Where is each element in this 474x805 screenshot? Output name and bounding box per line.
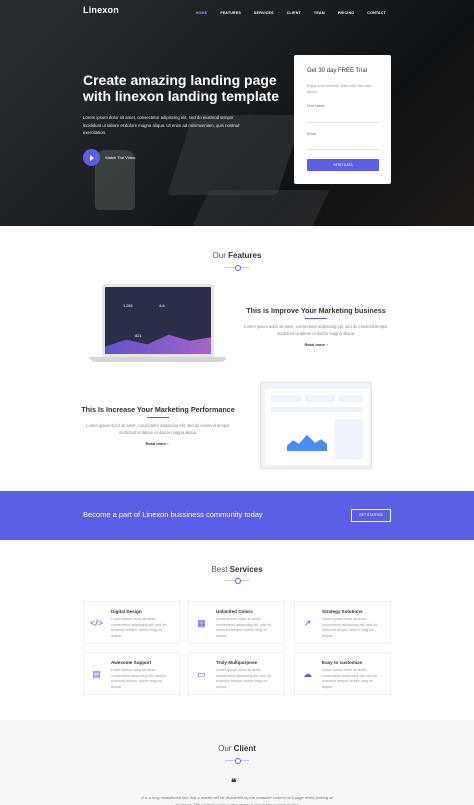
service-title: Easy to customize [322, 660, 363, 665]
first-name-field[interactable] [307, 122, 379, 123]
feature-2-read-more[interactable]: Read more › [127, 441, 187, 446]
trial-subtitle: Enjoy your website, filled with the care… [307, 84, 372, 94]
dashboard-block [271, 407, 363, 412]
laptop-dashboard-image: 1,281 4.6 821 [90, 284, 226, 366]
email-label: Email [307, 132, 316, 136]
dashboard-block [335, 419, 363, 459]
trial-form-card: Get 30 day FREE Trial Enjoy your website… [294, 55, 391, 184]
dashboard-block [339, 395, 363, 402]
hero-overlay [0, 0, 474, 226]
services-heading: Best Services [0, 565, 474, 574]
nav-client[interactable]: CLIENT [287, 11, 301, 15]
feature-1-text: Lorem ipsum dolor sit amet, consectetur … [244, 324, 388, 336]
laptop-screen: 1,281 4.6 821 [102, 284, 214, 357]
dashboard-block [271, 395, 301, 402]
logo[interactable]: Linexon [83, 5, 119, 15]
nav-features[interactable]: FEATURES [220, 11, 241, 15]
features-divider [225, 265, 249, 271]
feature-2-title: This Is Increase Your Marketing Performa… [81, 405, 235, 414]
nav-pricing[interactable]: PRICING [338, 11, 354, 15]
get-started-button[interactable]: GET STARTED [351, 509, 391, 522]
dashboard-wave-chart [105, 334, 211, 354]
nav-team[interactable]: TEAM [314, 11, 325, 15]
first-name-label: First Name [307, 104, 325, 108]
service-text: Lorem ipsum dolor sit amet, consectetur … [216, 617, 272, 638]
client-divider [225, 758, 249, 764]
service-text: Lorem ipsum dolor sit amet, consectetur … [216, 668, 272, 689]
features-heading: Our Features [0, 251, 474, 260]
service-card[interactable]: ▭ Truly Multipurpose Lorem ipsum dolor s… [188, 652, 285, 695]
code-icon: </> [90, 618, 104, 628]
nav-contact[interactable]: CONTACT [367, 11, 386, 15]
email-field[interactable] [307, 149, 379, 150]
client-quote: It is a long established fact that a rea… [141, 795, 333, 805]
service-card[interactable]: </> Digital Design Lorem ipsum dolor sit… [83, 601, 180, 644]
banner-text: Become a part of Linexon bussiness commu… [83, 510, 263, 519]
send-data-button[interactable]: SEND DATA [307, 159, 379, 171]
analytics-dashboard-image [260, 382, 372, 469]
service-card[interactable]: ☁ Easy to customize Lorem ipsum dolor si… [294, 652, 391, 695]
dashboard-area-chart [287, 434, 327, 451]
hero-section: Linexon HOME FEATURES SERVICES CLIENT TE… [0, 0, 474, 226]
service-card[interactable]: ↗ Strategy Solutions Lorem ipsum dolor s… [294, 601, 391, 644]
main-nav: HOME FEATURES SERVICES CLIENT TEAM PRICI… [183, 11, 386, 15]
dashboard-block [305, 395, 335, 402]
services-divider [225, 578, 249, 584]
watch-video-link[interactable]: Watch The Video [105, 155, 135, 160]
nav-home[interactable]: HOME [196, 11, 208, 15]
dashboard-panel [265, 389, 369, 465]
feature-2-text: Lorem ipsum dolor sit amet, consectetur … [86, 423, 230, 435]
service-card[interactable]: ▦ Unlimited Colors Lorem ipsum dolor sit… [188, 601, 285, 644]
feature-1-line [305, 318, 327, 319]
monitor-icon: ▭ [197, 669, 206, 679]
nav-services[interactable]: SERVICES [254, 11, 274, 15]
service-text: Lorem ipsum dolor sit amet, consectetur … [111, 668, 167, 689]
client-heading-bold: Client [233, 744, 256, 753]
hero-title: Create amazing landing page with linexon… [83, 72, 280, 104]
service-text: Lorem ipsum dolor sit amet, consectetur … [111, 617, 167, 638]
client-heading-light: Our [218, 744, 232, 753]
hero-text: Lorem ipsum dolor sit amet, consectetur … [83, 115, 240, 136]
dashboard-stat: 1,281 [123, 303, 134, 308]
chart-icon: ↗ [303, 618, 312, 628]
cloud-icon: ☁ [303, 669, 312, 679]
play-video-button[interactable] [83, 149, 100, 166]
features-heading-light: Our [212, 251, 226, 260]
document-icon: ▤ [92, 669, 101, 679]
laptop-dashboard: 1,281 4.6 821 [105, 287, 211, 354]
service-title: Digital Design [111, 609, 142, 614]
service-card[interactable]: ▤ Awesome Support Lorem ipsum dolor sit … [83, 652, 180, 695]
laptop-base [90, 357, 226, 362]
quote-icon: ❝ [231, 778, 237, 789]
client-heading: Our Client [0, 744, 474, 753]
grid-icon: ▦ [197, 618, 206, 628]
service-title: Strategy Solutions [322, 609, 363, 614]
trial-title: Get 30 day FREE Trial [307, 68, 368, 74]
service-text: Lorem ipsum dolor sit amet, consectetur … [322, 617, 378, 638]
service-text: Lorem ipsum dolor sit amet, consectetur … [322, 668, 378, 689]
services-heading-bold: Services [229, 565, 263, 574]
cta-banner: Become a part of Linexon bussiness commu… [0, 491, 474, 540]
feature-1-read-more[interactable]: Read more › [286, 342, 346, 347]
dashboard-stat: 4.6 [159, 303, 165, 308]
feature-1-title: This is Improve Your Marketing business [246, 306, 386, 315]
features-heading-bold: Features [228, 251, 262, 260]
feature-2-line [147, 417, 169, 418]
service-title: Awesome Support [111, 660, 152, 665]
services-heading-light: Best [211, 565, 228, 574]
dashboard-stat: 821 [135, 333, 142, 338]
service-title: Truly Multipurpose [216, 660, 258, 665]
service-title: Unlimited Colors [216, 609, 253, 614]
